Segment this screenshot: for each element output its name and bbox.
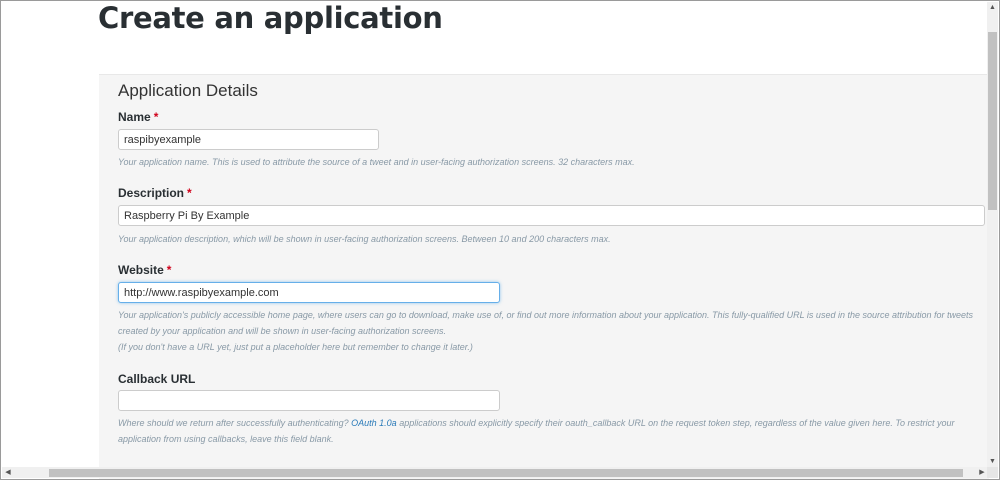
website-help-line: (If you don't have a URL yet, just put a… bbox=[118, 342, 473, 352]
callback-help-line: Where should we return after successfull… bbox=[118, 415, 988, 431]
name-input[interactable] bbox=[118, 129, 379, 150]
section-title: Application Details bbox=[118, 81, 258, 100]
name-help-text: Your application name. This is used to a… bbox=[118, 157, 635, 167]
callback-help-post: applications should explicitly specify t… bbox=[399, 418, 955, 428]
callback-url-label: Callback URL bbox=[118, 372, 195, 386]
website-help-line: Your application's publicly accessible h… bbox=[118, 310, 974, 320]
scrollbar-corner bbox=[987, 467, 998, 478]
callback-help-line: application from using callbacks, leave … bbox=[118, 434, 334, 444]
name-label: Name * bbox=[118, 110, 158, 124]
required-marker: * bbox=[166, 263, 172, 277]
callback-url-label-text: Callback URL bbox=[118, 372, 196, 386]
website-help-line: created by your application and will be … bbox=[118, 326, 447, 336]
website-input[interactable] bbox=[118, 282, 500, 303]
website-help-text: Your application's publicly accessible h… bbox=[118, 307, 988, 355]
website-label-text: Website bbox=[118, 263, 164, 277]
description-input[interactable] bbox=[118, 205, 985, 226]
vertical-scroll-thumb[interactable] bbox=[988, 32, 997, 210]
website-label: Website * bbox=[118, 263, 171, 277]
description-label: Description * bbox=[118, 186, 192, 200]
vertical-scrollbar[interactable]: ▲ ▼ bbox=[987, 2, 998, 468]
callback-url-help-text: Where should we return after successfull… bbox=[118, 415, 988, 447]
description-label-text: Description bbox=[118, 186, 185, 200]
scroll-left-icon[interactable]: ◀ bbox=[2, 467, 14, 478]
required-marker: * bbox=[153, 110, 159, 124]
page-title: Create an application bbox=[98, 1, 443, 35]
required-marker: * bbox=[187, 186, 192, 200]
callback-help-pre: Where should we return after successfull… bbox=[118, 418, 349, 428]
horizontal-scrollbar[interactable]: ◀ ▶ bbox=[2, 467, 988, 478]
description-help-text: Your application description, which will… bbox=[118, 234, 611, 244]
callback-url-input[interactable] bbox=[118, 390, 500, 411]
horizontal-scroll-thumb[interactable] bbox=[49, 469, 963, 477]
oauth-link[interactable]: OAuth 1.0a bbox=[351, 418, 397, 428]
name-label-text: Name bbox=[118, 110, 151, 124]
browser-viewport: Create an application Application Detail… bbox=[0, 0, 1000, 480]
scroll-up-icon[interactable]: ▲ bbox=[987, 2, 998, 14]
